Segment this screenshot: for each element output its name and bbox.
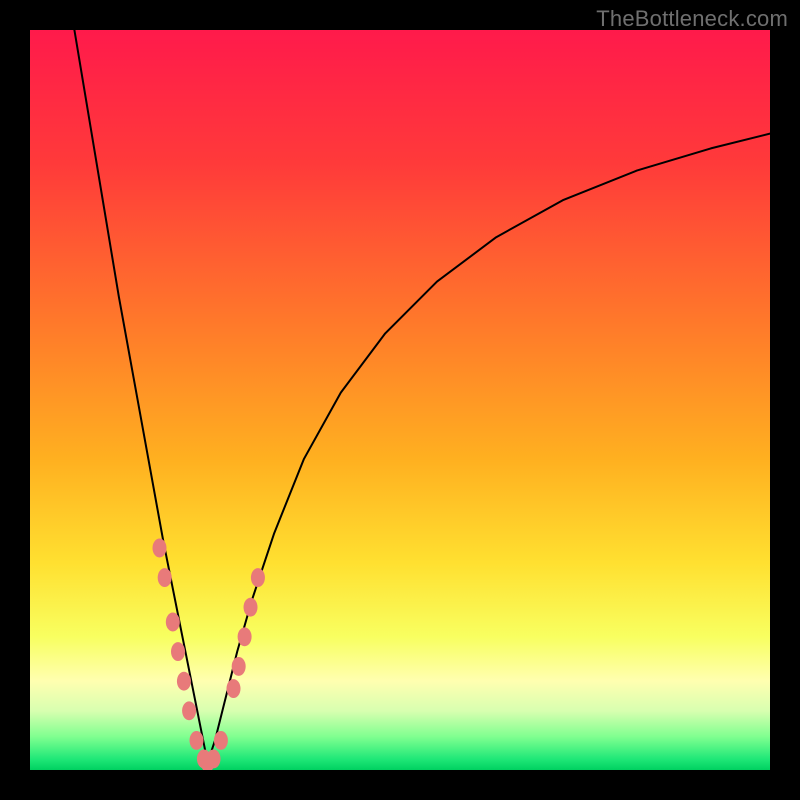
data-marker [244, 598, 258, 617]
data-marker [182, 701, 196, 720]
data-marker [171, 642, 185, 661]
data-marker [251, 568, 265, 587]
data-marker [153, 539, 167, 558]
chart-plot [30, 30, 770, 770]
data-marker [238, 627, 252, 646]
data-marker [166, 613, 180, 632]
chart-background [30, 30, 770, 770]
data-marker [214, 731, 228, 750]
data-marker [227, 679, 241, 698]
data-marker [232, 657, 246, 676]
data-marker [177, 672, 191, 691]
watermark-text: TheBottleneck.com [596, 6, 788, 32]
data-marker [190, 731, 204, 750]
data-marker [158, 568, 172, 587]
chart-svg [30, 30, 770, 770]
data-marker [207, 749, 221, 768]
chart-frame: TheBottleneck.com [0, 0, 800, 800]
